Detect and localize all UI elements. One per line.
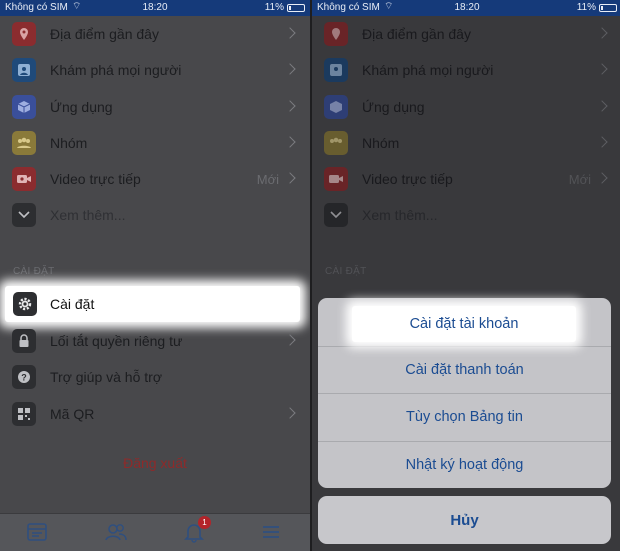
settings-item-privacy-shortcuts[interactable]: Lối tắt quyền riêng tư: [0, 323, 310, 359]
settings-item-qr-code[interactable]: Mã QR: [0, 396, 310, 432]
people-discover-icon: [12, 58, 36, 83]
activity-log-option[interactable]: Nhật ký hoạt động: [318, 440, 611, 489]
chevron-down-icon: [12, 203, 36, 228]
battery-percent: 11%: [576, 2, 596, 13]
menu-item-see-more[interactable]: Xem thêm...: [0, 197, 310, 233]
status-bar: Không có SIM ⌔ 18:20 11%: [0, 0, 310, 16]
settings-item-label: Lối tắt quyền riêng tư: [50, 333, 183, 349]
settings-item[interactable]: Cài đặt: [5, 286, 300, 322]
clock: 18:20: [454, 2, 480, 13]
gear-icon: [13, 292, 37, 316]
chevron-right-icon: [284, 136, 296, 148]
account-settings-button[interactable]: Cài đặt tài khoản: [352, 306, 576, 342]
news-feed-tab-icon[interactable]: [26, 521, 50, 545]
battery-icon: [287, 4, 305, 12]
menu-item-label: Khám phá mọi người: [50, 62, 182, 79]
news-feed-preferences-option[interactable]: Tùy chọn Bảng tin: [318, 393, 611, 441]
menu-item-label: Video trực tiếp: [50, 171, 141, 188]
battery-percent: 11%: [264, 2, 284, 13]
location-pin-icon: [12, 22, 36, 46]
menu-item-live-video[interactable]: Video trực tiếp Mới: [0, 161, 310, 197]
menu-item-nearby-places[interactable]: Địa điểm gần đây: [0, 16, 310, 52]
tab-bar: 1: [0, 513, 310, 551]
logout-button[interactable]: Đăng xuất: [0, 455, 310, 471]
payment-settings-option[interactable]: Cài đặt thanh toán: [318, 345, 611, 394]
chevron-right-icon: [284, 63, 296, 75]
lock-icon: [12, 329, 36, 353]
help-icon: ?: [12, 365, 36, 390]
chevron-right-icon: [284, 27, 296, 39]
group-icon: [12, 130, 36, 155]
menu-item-label: Địa điểm gần đây: [50, 26, 159, 42]
menu-item-label: Ứng dụng: [50, 98, 113, 115]
notifications-tab-icon[interactable]: 1: [183, 516, 211, 545]
chevron-right-icon: [284, 406, 296, 419]
settings-item-label: Mã QR: [50, 405, 95, 422]
svg-text:?: ?: [21, 373, 27, 383]
left-screen: Không có SIM ⌔ 18:20 11% Địa điểm gần đâ…: [0, 0, 310, 551]
settings-list: Lối tắt quyền riêng tư ? Trợ giúp và hỗ …: [0, 323, 310, 432]
settings-item-help[interactable]: ? Trợ giúp và hỗ trợ: [0, 359, 310, 395]
status-bar: Không có SIM ⌔ 18:20 11%: [312, 0, 620, 16]
menu-list: Địa điểm gần đây Khám phá mọi người Ứng …: [0, 16, 310, 234]
live-video-icon: [12, 167, 36, 192]
menu-item-discover-people[interactable]: Khám phá mọi người: [0, 52, 310, 88]
clock: 18:20: [142, 2, 168, 13]
chevron-right-icon: [284, 172, 296, 184]
menu-item-label: Xem thêm...: [50, 207, 126, 224]
friends-tab-icon[interactable]: [104, 521, 128, 545]
chevron-right-icon: [284, 334, 296, 346]
menu-item-apps[interactable]: Ứng dụng: [0, 89, 310, 125]
settings-section-header: CÀI ĐẶT: [13, 266, 55, 277]
menu-tab-icon[interactable]: [260, 521, 284, 545]
settings-item-label: Trợ giúp và hỗ trợ: [50, 369, 162, 386]
battery-icon: [599, 4, 617, 12]
right-screen: Không có SIM ⌔ 18:20 11% Địa điểm gần đâ…: [312, 0, 620, 551]
menu-item-label: Nhóm: [50, 134, 88, 151]
new-badge: Mới: [256, 172, 279, 188]
qr-code-icon: [12, 401, 36, 426]
chevron-right-icon: [284, 99, 296, 112]
notification-badge: 1: [198, 516, 211, 529]
menu-item-groups[interactable]: Nhóm: [0, 125, 310, 161]
settings-item-label: Cài đặt: [50, 296, 95, 312]
cube-app-icon: [12, 94, 36, 119]
cancel-button[interactable]: Hủy: [318, 496, 611, 544]
